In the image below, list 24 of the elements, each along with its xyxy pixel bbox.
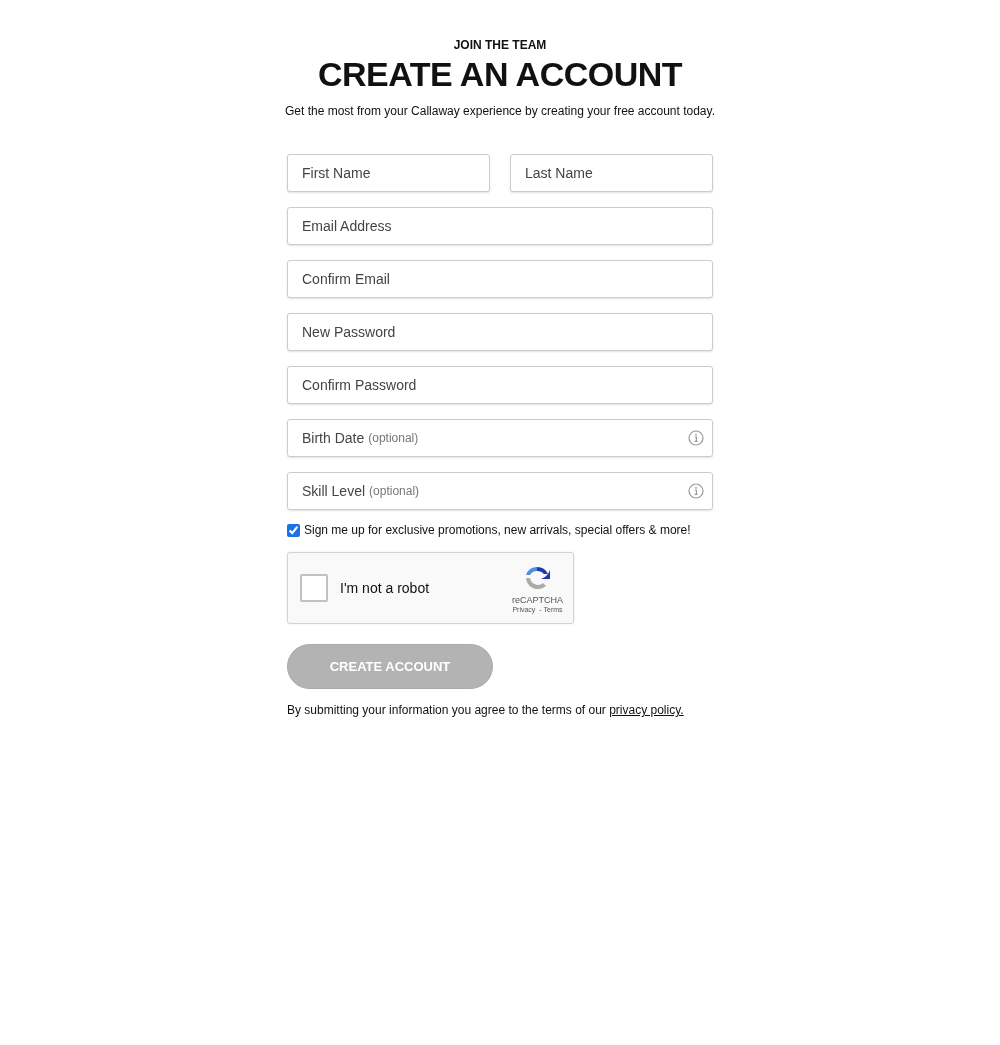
field-label: Skill Level: [302, 483, 366, 499]
field-label: Birth Date: [302, 430, 365, 446]
info-icon[interactable]: [688, 483, 704, 499]
eyebrow-text: JOIN THE TEAM: [452, 38, 548, 52]
input-field[interactable]: Confirm Password: [287, 366, 713, 404]
newsletter-checkbox[interactable]: [287, 523, 300, 537]
input-field[interactable]: First Name: [287, 154, 490, 192]
input-field[interactable]: New Password: [287, 313, 713, 351]
captcha-label: I'm not a robot: [340, 580, 431, 596]
optional-hint: (optional): [369, 484, 421, 498]
captcha-checkbox[interactable]: [300, 574, 328, 602]
page-title: CREATE AN ACCOUNT: [316, 54, 684, 94]
input-field[interactable]: Email Address: [287, 207, 713, 245]
recaptcha-brand: reCAPTCHA: [512, 594, 563, 605]
input-field[interactable]: Last Name: [510, 154, 713, 192]
checkbox-label: Sign me up for exclusive promotions, new arrivals, special offers & more!: [304, 523, 691, 537]
subtitle: Get the most from your Callaway experience by creating your free account today.: [284, 104, 716, 118]
input-field[interactable]: Birth Date (optional): [287, 419, 713, 457]
input-field[interactable]: Skill Level (optional): [287, 472, 713, 510]
legal-text: By submitting your information you agree to the terms of our privacy policy.: [287, 703, 685, 717]
info-icon[interactable]: [688, 430, 704, 446]
input-field[interactable]: Confirm Email: [287, 260, 713, 298]
privacy-policy-link[interactable]: privacy policy.: [609, 703, 684, 717]
optional-hint: (optional): [368, 431, 420, 445]
